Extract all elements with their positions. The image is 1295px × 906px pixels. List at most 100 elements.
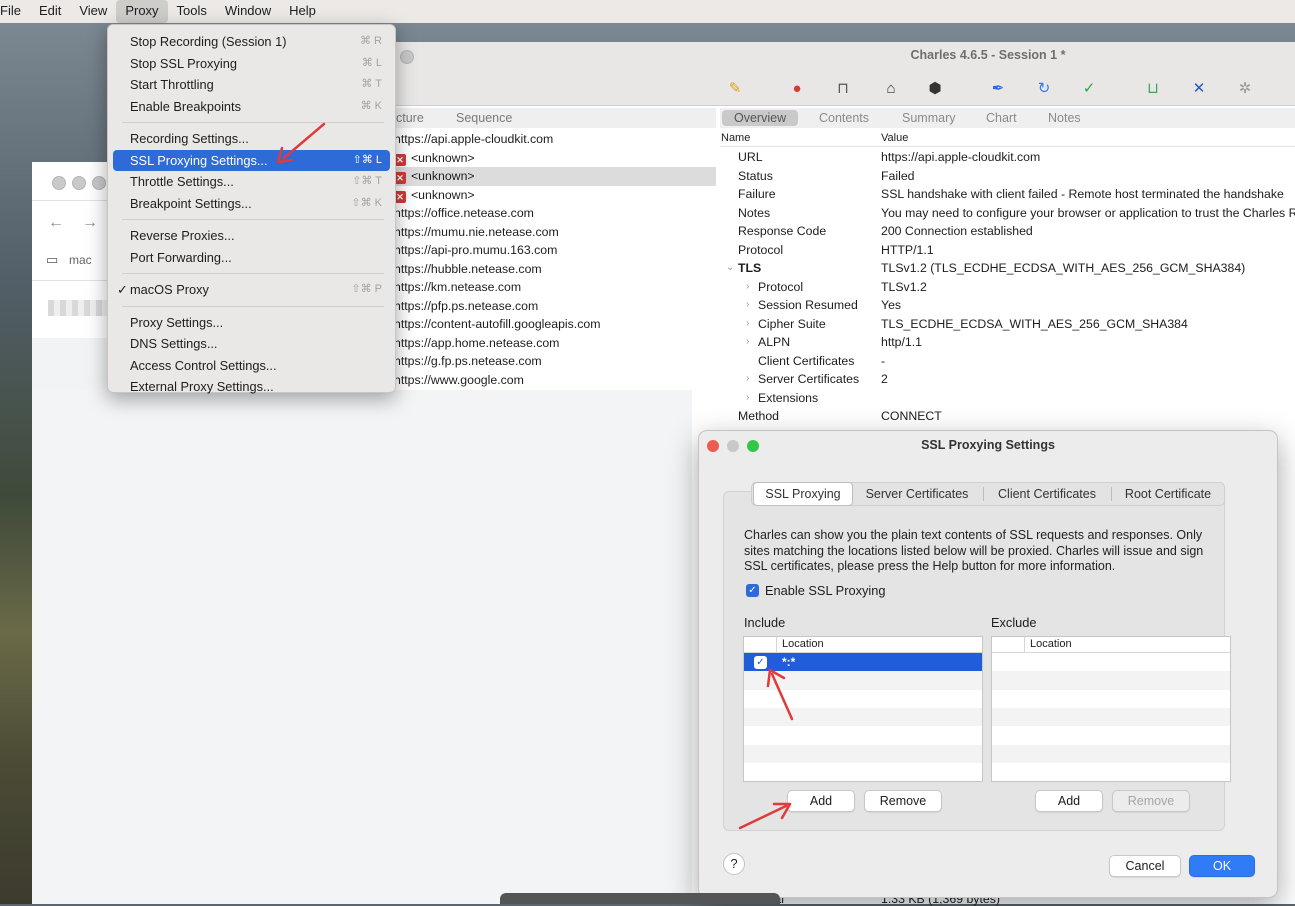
menu-item[interactable]: External Proxy Settings...	[113, 376, 390, 397]
column-name-header[interactable]: Name	[721, 132, 750, 144]
detail-row[interactable]: › Session Resumed Yes	[720, 296, 1295, 315]
chevron-right-icon[interactable]: ›	[746, 278, 749, 297]
broom-icon[interactable]: ✎	[726, 79, 744, 97]
table-row[interactable]	[992, 726, 1230, 744]
table-row[interactable]	[744, 763, 982, 781]
host-row[interactable]: ✕ <unknown>	[388, 186, 716, 205]
enable-ssl-checkbox[interactable]: ✓	[746, 584, 759, 597]
detail-row[interactable]: Protocol HTTP/1.1	[720, 241, 1295, 260]
host-row[interactable]: https://api.apple-cloudkit.com	[388, 130, 716, 149]
table-row[interactable]	[992, 671, 1230, 690]
host-row[interactable]: https://hubble.netease.com	[388, 260, 716, 279]
chevron-down-icon[interactable]: ⌄	[726, 259, 734, 278]
table-row[interactable]	[744, 726, 982, 744]
detail-row[interactable]: Method CONNECT	[720, 407, 1295, 426]
menu-item[interactable]: SSL Proxying Settings... ⇧⌘ L	[113, 149, 390, 171]
menu-item[interactable]: Breakpoint Settings... ⇧⌘ K	[113, 193, 390, 214]
tab-server-certificates[interactable]: Server Certificates	[856, 483, 978, 505]
host-row[interactable]: https://pfp.ps.netease.com	[388, 297, 716, 316]
tab-root-certificate[interactable]: Root Certificate	[1114, 483, 1222, 505]
table-row[interactable]	[992, 763, 1230, 781]
host-row[interactable]: ✕ <unknown>	[388, 167, 716, 186]
window-control-button[interactable]	[400, 50, 414, 64]
menu-item[interactable]: ✓ macOS Proxy ⇧⌘ P	[113, 279, 390, 300]
detail-row[interactable]: › Cipher Suite TLS_ECDHE_ECDSA_WITH_AES_25…	[720, 315, 1295, 334]
menu-edit[interactable]: Edit	[30, 0, 70, 23]
tab-chart[interactable]: Chart	[974, 110, 1029, 126]
enabled-column[interactable]	[992, 637, 1025, 652]
chevron-right-icon[interactable]: ›	[746, 333, 749, 352]
detail-row[interactable]: › ALPN http/1.1	[720, 333, 1295, 352]
table-row[interactable]	[744, 744, 982, 763]
basket-icon[interactable]: ⊔	[1144, 79, 1162, 97]
menu-item[interactable]: Access Control Settings...	[113, 355, 390, 376]
menu-item[interactable]: Recording Settings...	[113, 128, 390, 149]
detail-row[interactable]: URL https://api.apple-cloudkit.com	[720, 148, 1295, 167]
checkmark-icon[interactable]: ✓	[1080, 79, 1098, 97]
detail-row[interactable]: Status Failed	[720, 167, 1295, 186]
tab-sequence[interactable]: Sequence	[448, 110, 520, 126]
host-row[interactable]: https://content-autofill.googleapis.com	[388, 315, 716, 334]
tab-overview[interactable]: Overview	[722, 110, 799, 126]
host-row[interactable]: https://app.home.netease.com	[388, 334, 716, 353]
chevron-right-icon[interactable]: ›	[746, 370, 749, 389]
host-row[interactable]: https://g.fp.ps.netease.com	[388, 352, 716, 371]
refresh-icon[interactable]: ↻	[1035, 79, 1053, 97]
detail-row[interactable]: Response Code 200 Connection established	[720, 222, 1295, 241]
menu-help[interactable]: Help	[280, 0, 325, 23]
tab-ssl-proxying[interactable]: SSL Proxying	[753, 482, 853, 506]
lock-icon[interactable]: ⊓	[834, 79, 852, 97]
enabled-column[interactable]	[744, 637, 777, 652]
menu-item[interactable]: Throttle Settings... ⇧⌘ T	[113, 171, 390, 192]
exclude-add-button[interactable]: Add	[1035, 790, 1103, 812]
menu-item[interactable]: Reverse Proxies...	[113, 225, 390, 246]
menu-view[interactable]: View	[70, 0, 116, 23]
location-column[interactable]: Location	[1030, 637, 1072, 652]
breakpoint-icon[interactable]: ⬢	[926, 79, 944, 97]
pen-icon[interactable]: ✒	[989, 79, 1007, 97]
detail-row[interactable]: ⌄ TLS TLSv1.2 (TLS_ECDHE_ECDSA_WITH_AES_25…	[720, 259, 1295, 278]
turtle-icon[interactable]: ⌂	[882, 79, 900, 97]
forward-arrow-icon[interactable]: →	[82, 214, 98, 232]
host-row[interactable]: https://www.google.com	[388, 371, 716, 390]
tools-icon[interactable]: ✕	[1190, 79, 1208, 97]
host-row[interactable]: https://api-pro.mumu.163.com	[388, 241, 716, 260]
menu-tools[interactable]: Tools	[168, 0, 216, 23]
detail-row[interactable]: Client Certificates -	[720, 352, 1295, 371]
menu-window[interactable]: Window	[216, 0, 280, 23]
chevron-right-icon[interactable]: ›	[746, 296, 749, 315]
host-row[interactable]: https://mumu.nie.netease.com	[388, 223, 716, 242]
host-row[interactable]: https://km.netease.com	[388, 278, 716, 297]
detail-row[interactable]: › Protocol TLSv1.2	[720, 278, 1295, 297]
tab-notes[interactable]: Notes	[1036, 110, 1093, 126]
detail-row[interactable]: › Extensions	[720, 389, 1295, 408]
help-button[interactable]: ?	[723, 853, 745, 875]
detail-row[interactable]: › Server Certificates 2	[720, 370, 1295, 389]
settings-gear-icon[interactable]: ✲	[1236, 79, 1254, 97]
table-row[interactable]	[992, 690, 1230, 708]
menu-item[interactable]: Stop SSL Proxying ⌘ L	[113, 53, 390, 74]
column-value-header[interactable]: Value	[881, 132, 908, 144]
exclude-remove-button[interactable]: Remove	[1112, 790, 1190, 812]
chevron-right-icon[interactable]: ›	[746, 389, 749, 408]
chevron-right-icon[interactable]: ›	[746, 315, 749, 334]
back-arrow-icon[interactable]: ←	[48, 214, 64, 232]
menu-item[interactable]: Port Forwarding...	[113, 247, 390, 268]
menu-item[interactable]: Proxy Settings...	[113, 312, 390, 333]
location-column[interactable]: Location	[782, 637, 824, 652]
tab-client-certificates[interactable]: Client Certificates	[986, 483, 1108, 505]
window-zoom-button[interactable]	[92, 176, 106, 190]
menu-item[interactable]: Start Throttling ⌘ T	[113, 74, 390, 95]
tab-summary[interactable]: Summary	[890, 110, 967, 126]
menu-proxy[interactable]: Proxy	[116, 0, 168, 23]
window-minimize-button[interactable]	[72, 176, 86, 190]
detail-row[interactable]: Notes You may need to configure your brow…	[720, 204, 1295, 223]
table-row[interactable]	[992, 744, 1230, 763]
record-icon[interactable]: ●	[788, 79, 806, 97]
include-remove-button[interactable]: Remove	[864, 790, 942, 812]
include-add-button[interactable]: Add	[787, 790, 855, 812]
menu-file[interactable]: File	[0, 0, 30, 23]
menu-item[interactable]: Stop Recording (Session 1) ⌘ R	[113, 31, 390, 52]
cancel-button[interactable]: Cancel	[1109, 855, 1181, 877]
menu-item[interactable]: DNS Settings...	[113, 333, 390, 354]
